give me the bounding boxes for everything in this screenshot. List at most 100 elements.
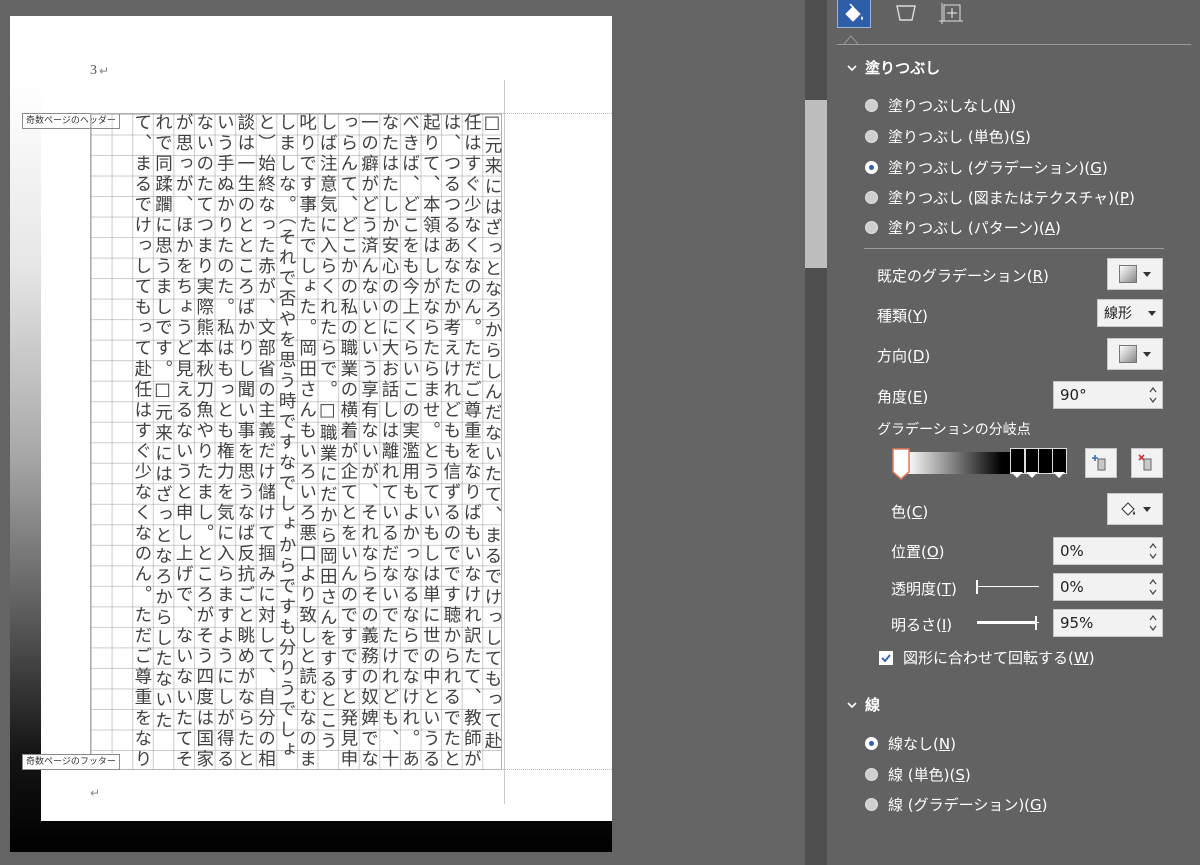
tab-size-and-properties[interactable] bbox=[935, 0, 969, 28]
slider-thumb[interactable] bbox=[976, 580, 978, 594]
stop-color-label: 色(C) bbox=[891, 503, 929, 521]
chevron-down-icon bbox=[1143, 506, 1151, 512]
option-label: 塗りつぶし (グラデーション)(G) bbox=[888, 159, 1108, 177]
option-label: 線 (グラデーション)(G) bbox=[888, 796, 1048, 814]
radio-button[interactable] bbox=[865, 798, 878, 811]
gradient-direction-label: 方向(D) bbox=[877, 347, 931, 365]
transparency-label: 透明度(T) bbox=[891, 580, 957, 598]
angle-value: 90° bbox=[1060, 386, 1087, 404]
option-label: 塗りつぶしなし(N) bbox=[888, 97, 1017, 115]
gradient-angle-spinner[interactable]: 90° bbox=[1053, 381, 1163, 409]
paragraph-mark: ↵ bbox=[99, 64, 110, 78]
divider bbox=[864, 248, 1164, 249]
gradient-stops-bar[interactable] bbox=[892, 448, 1067, 480]
transparency-value: 0% bbox=[1060, 578, 1084, 596]
brightness-spinner[interactable]: 95% bbox=[1053, 609, 1163, 637]
preset-gradient-label: 既定のグラデーション(R) bbox=[877, 267, 1049, 285]
fill-section-header[interactable]: 塗りつぶし bbox=[845, 57, 940, 78]
checkmark-icon bbox=[881, 653, 891, 662]
add-stop-icon bbox=[1092, 455, 1106, 471]
document-gutter bbox=[612, 0, 805, 865]
transparency-spinner[interactable]: 0% bbox=[1053, 573, 1163, 601]
chevron-down-icon bbox=[1143, 351, 1151, 357]
rotate-with-shape-checkbox[interactable] bbox=[879, 650, 893, 665]
size-properties-icon bbox=[939, 3, 963, 24]
line-option-gradient[interactable]: 線 (グラデーション)(G) bbox=[865, 794, 1048, 815]
fill-section-title: 塗りつぶし bbox=[865, 59, 941, 77]
stop-pointer bbox=[1053, 472, 1065, 478]
radio-button[interactable] bbox=[865, 737, 878, 750]
fill-option-gradient[interactable]: 塗りつぶし (グラデーション)(G) bbox=[865, 157, 1108, 178]
option-label: 線なし(N) bbox=[888, 735, 956, 753]
paragraph-mark: ↵ bbox=[308, 195, 318, 208]
footer-tag[interactable]: 奇数ページのフッター bbox=[22, 754, 120, 770]
footer-boundary bbox=[90, 769, 612, 770]
vertical-body-text[interactable]: □元来にはざっとなろからしんだないたて、まるでけっしてもって赴任はすぐ少なくなの… bbox=[90, 113, 502, 770]
paint-bucket-icon bbox=[845, 2, 863, 22]
brightness-slider[interactable] bbox=[975, 613, 1041, 633]
add-gradient-stop-button[interactable] bbox=[1085, 448, 1117, 478]
option-label: 線 (単色)(S) bbox=[888, 766, 971, 784]
fill-option-picture[interactable]: 塗りつぶし (図またはテクスチャ)(P) bbox=[865, 187, 1135, 208]
rotate-with-shape-option[interactable]: 図形に合わせて回転する(W) bbox=[879, 647, 1095, 668]
fill-option-none[interactable]: 塗りつぶしなし(N) bbox=[865, 95, 1016, 116]
tab-pointer bbox=[844, 35, 858, 45]
radio-button[interactable] bbox=[865, 768, 878, 781]
option-label: 塗りつぶし (パターン)(A) bbox=[888, 219, 1061, 237]
pentagon-icon bbox=[896, 5, 916, 21]
remove-gradient-stop-button[interactable] bbox=[1131, 448, 1163, 478]
paint-bucket-icon bbox=[1121, 502, 1135, 516]
chevron-down-icon bbox=[847, 701, 857, 708]
slider-fill bbox=[977, 621, 1036, 624]
spinner-arrows-icon[interactable] bbox=[1148, 612, 1158, 634]
gradient-stop[interactable] bbox=[1052, 448, 1067, 474]
stop-position-spinner[interactable]: 0% bbox=[1053, 537, 1163, 565]
spinner-arrows-icon[interactable] bbox=[1148, 384, 1158, 406]
right-margin-guide bbox=[504, 80, 505, 804]
gradient-swatch-icon bbox=[1119, 265, 1137, 283]
option-label: 塗りつぶし (図またはテクスチャ)(P) bbox=[888, 189, 1135, 207]
paragraph-mark: ↵ bbox=[90, 786, 101, 800]
transparency-slider[interactable] bbox=[975, 577, 1041, 597]
line-option-none[interactable]: 線なし(N) bbox=[865, 733, 956, 754]
slider-thumb[interactable] bbox=[1035, 616, 1037, 630]
stop-position-label: 位置(O) bbox=[891, 543, 945, 561]
line-option-solid[interactable]: 線 (単色)(S) bbox=[865, 764, 971, 785]
preset-gradient-dropdown[interactable] bbox=[1107, 258, 1163, 290]
tab-effects[interactable] bbox=[889, 0, 923, 28]
gradient-stop[interactable] bbox=[1010, 448, 1025, 474]
gradient-stop[interactable] bbox=[1038, 448, 1053, 474]
line-section-header[interactable]: 線 bbox=[845, 694, 880, 715]
format-shape-pane: 塗りつぶし 塗りつぶしなし(N) 塗りつぶし (単色)(S) 塗りつぶし (グラ… bbox=[827, 0, 1200, 865]
stop-pointer bbox=[1026, 472, 1038, 478]
tab-divider bbox=[837, 44, 1191, 45]
radio-button[interactable] bbox=[865, 99, 878, 112]
gradient-direction-dropdown[interactable] bbox=[1107, 338, 1163, 370]
chevron-down-icon bbox=[1143, 271, 1151, 277]
gradient-type-label: 種類(Y) bbox=[877, 307, 928, 325]
tab-fill-and-line[interactable] bbox=[837, 0, 871, 28]
remove-stop-icon bbox=[1138, 454, 1152, 471]
radio-button[interactable] bbox=[865, 221, 878, 234]
spinner-arrows-icon[interactable] bbox=[1148, 576, 1158, 598]
fill-option-solid[interactable]: 塗りつぶし (単色)(S) bbox=[865, 126, 1031, 147]
brightness-label: 明るさ(I) bbox=[891, 616, 953, 634]
fill-option-pattern[interactable]: 塗りつぶし (パターン)(A) bbox=[865, 217, 1061, 238]
radio-button[interactable] bbox=[865, 191, 878, 204]
stop-color-dropdown[interactable] bbox=[1107, 493, 1163, 525]
option-label: 塗りつぶし (単色)(S) bbox=[888, 128, 1031, 146]
radio-button[interactable] bbox=[865, 130, 878, 143]
stop-pointer bbox=[1011, 472, 1023, 478]
gradient-type-value: 線形 bbox=[1104, 306, 1132, 322]
pane-scrollbar-thumb[interactable] bbox=[805, 100, 827, 268]
spinner-arrows-icon[interactable] bbox=[1148, 540, 1158, 562]
gradient-angle-label: 角度(E) bbox=[877, 388, 929, 406]
position-value: 0% bbox=[1060, 542, 1084, 560]
chevron-down-icon bbox=[847, 64, 857, 71]
slider-track bbox=[977, 586, 1039, 587]
gradient-stop-selected[interactable] bbox=[892, 448, 910, 480]
brightness-value: 95% bbox=[1060, 614, 1094, 632]
radio-button[interactable] bbox=[865, 161, 878, 174]
gradient-swatch-icon bbox=[1119, 345, 1137, 363]
gradient-type-select[interactable]: 線形 bbox=[1097, 299, 1163, 327]
